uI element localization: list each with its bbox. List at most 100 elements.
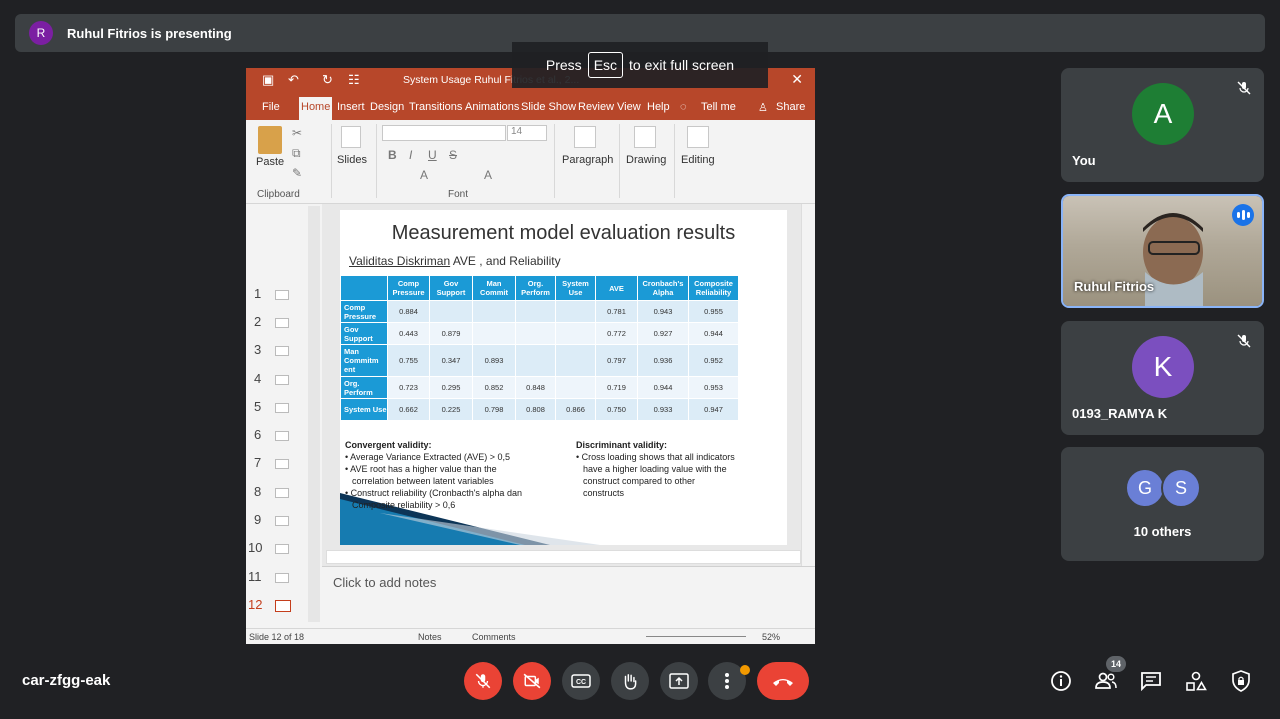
chat-button[interactable] bbox=[1139, 669, 1163, 693]
bullet: • AVE root has a higher value than the bbox=[345, 464, 497, 474]
slide-number[interactable]: 1 bbox=[254, 286, 261, 301]
tab-tellme[interactable]: Tell me bbox=[701, 101, 736, 113]
bullet: construct compared to other bbox=[583, 476, 696, 486]
participant-tile-ramya[interactable]: K 0193_RAMYA K bbox=[1061, 321, 1264, 435]
participant-tile-presenter[interactable]: Ruhul Fitrios bbox=[1061, 194, 1264, 308]
table-cell: 0.750 bbox=[595, 398, 638, 421]
slide-thumbnail-active[interactable] bbox=[275, 600, 291, 612]
participant-name: Ruhul Fitrios bbox=[1074, 279, 1155, 294]
meeting-info-button[interactable] bbox=[1049, 669, 1073, 693]
slide-number[interactable]: 2 bbox=[254, 314, 261, 329]
search-icon bbox=[687, 126, 709, 148]
slide-number[interactable]: 3 bbox=[254, 342, 261, 357]
tab-slideshow[interactable]: Slide Show bbox=[521, 101, 576, 113]
zoom-level[interactable]: 52% bbox=[762, 632, 780, 642]
slide-number[interactable]: 6 bbox=[254, 427, 261, 442]
mic-toggle-button[interactable] bbox=[464, 662, 502, 700]
table-row: Man Commitm ent 0.755 0.347 0.893 0.797 … bbox=[340, 344, 739, 377]
close-icon[interactable]: ✕ bbox=[791, 71, 803, 88]
slide-number[interactable]: 4 bbox=[254, 371, 261, 386]
camera-toggle-button[interactable] bbox=[513, 662, 551, 700]
slide-thumbnail[interactable] bbox=[275, 573, 289, 583]
raise-hand-button[interactable] bbox=[611, 662, 649, 700]
slide-thumbnail[interactable] bbox=[275, 318, 289, 328]
slide-number[interactable]: 10 bbox=[248, 540, 262, 555]
current-slide: Measurement model evaluation results Val… bbox=[340, 210, 787, 545]
slide-horizontal-scrollbar[interactable] bbox=[326, 550, 801, 564]
strikethrough-icon[interactable]: S bbox=[449, 148, 457, 162]
cut-icon[interactable]: ✂ bbox=[292, 126, 302, 140]
participant-tile-others[interactable]: G S 10 others bbox=[1061, 447, 1264, 561]
people-button[interactable] bbox=[1094, 669, 1118, 693]
tab-view[interactable]: View bbox=[617, 101, 641, 113]
slide-thumbnail[interactable] bbox=[275, 290, 289, 300]
bullet: constructs bbox=[583, 488, 625, 498]
font-name-box[interactable] bbox=[382, 125, 506, 141]
slide-number[interactable]: 7 bbox=[254, 455, 261, 470]
paragraph-button[interactable]: Paragraph bbox=[562, 154, 613, 166]
slide-thumbnail[interactable] bbox=[275, 488, 289, 498]
notification-dot bbox=[740, 665, 750, 675]
table-cell: 0.936 bbox=[637, 344, 689, 377]
copy-icon[interactable]: ⧉ bbox=[292, 146, 301, 161]
participant-name: 10 others bbox=[1133, 524, 1192, 539]
tab-help[interactable]: Help bbox=[647, 101, 670, 113]
undo-icon: ↶ bbox=[288, 72, 299, 87]
italic-icon[interactable]: I bbox=[409, 148, 412, 162]
slide-number[interactable]: 5 bbox=[254, 399, 261, 414]
bold-icon[interactable]: B bbox=[388, 148, 397, 162]
slide-number[interactable]: 11 bbox=[248, 569, 262, 584]
participant-avatar: A bbox=[1132, 83, 1194, 145]
font-color-icon[interactable]: A bbox=[420, 168, 428, 182]
captions-button[interactable]: CC bbox=[562, 662, 600, 700]
host-controls-button[interactable] bbox=[1229, 669, 1253, 693]
slide-thumbnail[interactable] bbox=[275, 403, 289, 413]
table-cell: 0.848 bbox=[515, 376, 556, 399]
slide-thumbnail[interactable] bbox=[275, 459, 289, 469]
table-cell: 0.772 bbox=[595, 322, 638, 345]
tip-press: Press bbox=[545, 57, 582, 73]
slide-vertical-scrollbar[interactable] bbox=[801, 204, 815, 628]
notes-pane[interactable]: Click to add notes bbox=[322, 566, 815, 628]
share-button[interactable]: Share bbox=[776, 101, 805, 113]
slide-number[interactable]: 9 bbox=[254, 512, 261, 527]
activities-button[interactable] bbox=[1184, 669, 1208, 693]
grow-font-icon[interactable]: A bbox=[484, 168, 492, 182]
notes-button[interactable]: Notes bbox=[418, 632, 442, 642]
participant-tile-you[interactable]: A You bbox=[1061, 68, 1264, 182]
thumbnail-scrollbar[interactable] bbox=[308, 206, 320, 622]
paste-button[interactable]: Paste bbox=[256, 156, 284, 168]
zoom-slider[interactable] bbox=[646, 636, 746, 637]
tab-design[interactable]: Design bbox=[370, 101, 404, 113]
clipboard-icon bbox=[258, 126, 282, 154]
slide-thumbnail[interactable] bbox=[275, 544, 289, 554]
tab-insert[interactable]: Insert bbox=[337, 101, 365, 113]
tab-home[interactable]: Home bbox=[299, 97, 333, 120]
participant-name: 0193_RAMYA K bbox=[1072, 406, 1168, 421]
comments-button[interactable]: Comments bbox=[472, 632, 516, 642]
new-slide-icon[interactable] bbox=[341, 126, 361, 148]
tab-animations[interactable]: Animations bbox=[465, 101, 519, 113]
font-size-box[interactable]: 14 bbox=[507, 125, 547, 141]
table-cell bbox=[472, 300, 516, 323]
present-button[interactable] bbox=[660, 662, 698, 700]
tab-transitions[interactable]: Transitions bbox=[409, 101, 462, 113]
tab-file[interactable]: File bbox=[262, 101, 280, 113]
present-screen-icon bbox=[669, 673, 689, 689]
clipboard-label: Clipboard bbox=[257, 189, 300, 200]
slides-button[interactable]: Slides bbox=[337, 154, 367, 166]
slide-number[interactable]: 8 bbox=[254, 484, 261, 499]
editing-button[interactable]: Editing bbox=[681, 154, 715, 166]
participant-name: You bbox=[1072, 153, 1096, 168]
table-cell: 0.952 bbox=[688, 344, 739, 377]
underline-icon[interactable]: U bbox=[428, 148, 437, 162]
drawing-button[interactable]: Drawing bbox=[626, 154, 666, 166]
slide-number-active[interactable]: 12 bbox=[248, 597, 262, 612]
format-painter-icon[interactable]: ✎ bbox=[292, 166, 302, 180]
slide-thumbnail[interactable] bbox=[275, 516, 289, 526]
slide-thumbnail[interactable] bbox=[275, 431, 289, 441]
tab-review[interactable]: Review bbox=[578, 101, 614, 113]
slide-thumbnail[interactable] bbox=[275, 346, 289, 356]
end-call-button[interactable] bbox=[757, 662, 809, 700]
slide-thumbnail[interactable] bbox=[275, 375, 289, 385]
